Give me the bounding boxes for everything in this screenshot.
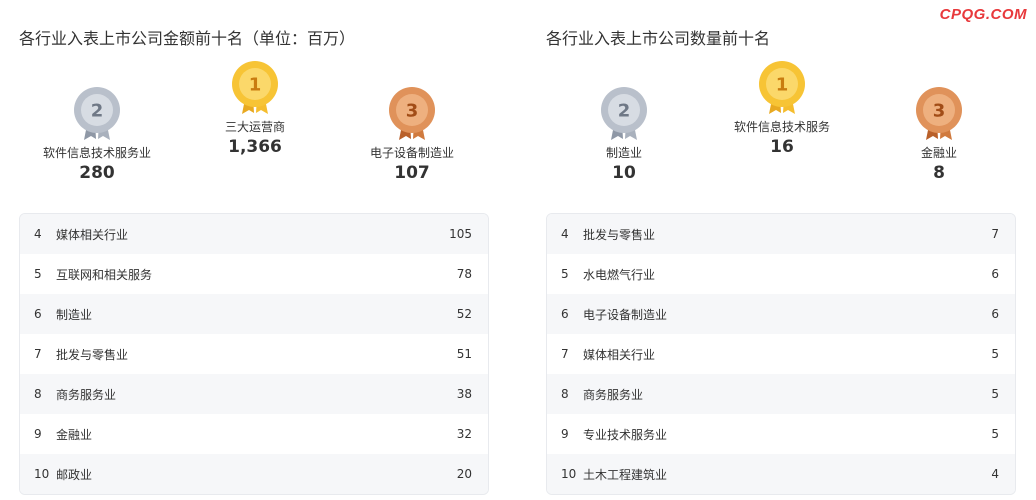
podium: 1 三大运营商 1,366 2 软件信息技术服务业 280 3 电子设备制造业 … — [19, 60, 491, 200]
row-name: 商务服务业 — [56, 387, 117, 402]
winner-second: 2 软件信息技术服务业 280 — [17, 86, 177, 183]
winner-first: 1 软件信息技术服务 16 — [702, 60, 862, 157]
row-value: 5 — [991, 347, 999, 361]
row-value: 4 — [991, 467, 999, 481]
winner-name: 电子设备制造业 — [369, 146, 454, 160]
table-row: 6 制造业 52 — [20, 294, 488, 334]
table-row: 9 专业技术服务业 5 — [547, 414, 1015, 454]
medal-rank-number: 3 — [933, 101, 946, 122]
gold-medal-icon: 1 — [175, 60, 335, 116]
row-rank: 10 — [34, 467, 50, 481]
winner-name: 制造业 — [605, 146, 642, 160]
table-row: 4 媒体相关行业 105 — [20, 214, 488, 254]
table-row: 8 商务服务业 38 — [20, 374, 488, 414]
row-name: 媒体相关行业 — [56, 227, 129, 242]
winner-name: 软件信息技术服务业 — [42, 146, 151, 160]
row-name: 批发与零售业 — [56, 347, 129, 362]
row-name: 金融业 — [56, 427, 93, 442]
podium: 1 软件信息技术服务 16 2 制造业 10 3 金融业 8 — [546, 60, 1018, 200]
amount-ranking-panel: 各行业入表上市公司金额前十名（单位：百万） 1 三大运营商 1,366 2 软件… — [19, 0, 491, 500]
row-value: 32 — [456, 427, 472, 441]
row-name: 专业技术服务业 — [583, 427, 668, 442]
row-value: 52 — [456, 307, 472, 321]
winner-value: 280 — [79, 163, 115, 183]
winner-third: 3 电子设备制造业 107 — [332, 86, 492, 183]
row-rank: 8 — [34, 387, 42, 401]
row-rank: 4 — [561, 227, 569, 241]
winner-value: 16 — [770, 137, 794, 157]
silver-medal-icon: 2 — [17, 86, 177, 142]
medal-rank-number: 2 — [618, 101, 631, 122]
row-name: 土木工程建筑业 — [583, 467, 668, 482]
row-value: 38 — [456, 387, 472, 401]
row-name: 媒体相关行业 — [583, 347, 656, 362]
row-value: 6 — [991, 267, 999, 281]
panel-title: 各行业入表上市公司数量前十名 — [546, 29, 771, 48]
medal-rank-number: 3 — [406, 101, 419, 122]
row-name: 商务服务业 — [583, 387, 644, 402]
row-name: 制造业 — [56, 307, 93, 322]
count-ranking-panel: 各行业入表上市公司数量前十名 1 软件信息技术服务 16 2 制造业 10 3 … — [546, 0, 1018, 500]
table-row: 8 商务服务业 5 — [547, 374, 1015, 414]
row-rank: 7 — [34, 347, 42, 361]
silver-medal-icon: 2 — [544, 86, 704, 142]
row-name: 邮政业 — [56, 467, 93, 482]
row-rank: 5 — [34, 267, 42, 281]
winner-value: 10 — [612, 163, 636, 183]
row-rank: 7 — [561, 347, 569, 361]
row-rank: 5 — [561, 267, 569, 281]
table-row: 4 批发与零售业 7 — [547, 214, 1015, 254]
row-value: 51 — [456, 347, 472, 361]
winner-value: 107 — [394, 163, 430, 183]
row-value: 20 — [456, 467, 472, 481]
ranking-table: 4 批发与零售业 7 5 水电燃气行业 6 6 电子设备制造业 6 7 媒体相关行业 5 8 商务… — [546, 213, 1016, 495]
row-value: 5 — [991, 387, 999, 401]
medal-rank-number: 1 — [249, 75, 262, 96]
table-row: 9 金融业 32 — [20, 414, 488, 454]
table-row: 5 互联网和相关服务 78 — [20, 254, 488, 294]
table-row: 10 邮政业 20 — [20, 454, 488, 494]
bronze-medal-icon: 3 — [859, 86, 1019, 142]
medal-rank-number: 2 — [91, 101, 104, 122]
row-rank: 9 — [561, 427, 569, 441]
winner-name: 金融业 — [920, 146, 957, 160]
medal-rank-number: 1 — [776, 75, 789, 96]
row-value: 7 — [991, 227, 999, 241]
winner-value: 8 — [933, 163, 945, 183]
row-name: 互联网和相关服务 — [56, 267, 153, 282]
winner-value: 1,366 — [228, 137, 282, 157]
panel-title: 各行业入表上市公司金额前十名（单位：百万） — [19, 29, 356, 48]
row-value: 6 — [991, 307, 999, 321]
table-row: 10 土木工程建筑业 4 — [547, 454, 1015, 494]
row-rank: 6 — [561, 307, 569, 321]
row-rank: 10 — [561, 467, 577, 481]
row-name: 电子设备制造业 — [583, 307, 668, 322]
row-rank: 6 — [34, 307, 42, 321]
row-name: 水电燃气行业 — [583, 267, 656, 282]
row-rank: 9 — [34, 427, 42, 441]
bronze-medal-icon: 3 — [332, 86, 492, 142]
row-value: 105 — [449, 227, 472, 241]
winner-name: 三大运营商 — [224, 120, 285, 134]
row-value: 78 — [456, 267, 472, 281]
winner-first: 1 三大运营商 1,366 — [175, 60, 335, 157]
row-value: 5 — [991, 427, 999, 441]
table-row: 6 电子设备制造业 6 — [547, 294, 1015, 334]
gold-medal-icon: 1 — [702, 60, 862, 116]
table-row: 7 批发与零售业 51 — [20, 334, 488, 374]
row-name: 批发与零售业 — [583, 227, 656, 242]
table-row: 7 媒体相关行业 5 — [547, 334, 1015, 374]
table-row: 5 水电燃气行业 6 — [547, 254, 1015, 294]
winner-second: 2 制造业 10 — [544, 86, 704, 183]
winner-third: 3 金融业 8 — [859, 86, 1019, 183]
row-rank: 4 — [34, 227, 42, 241]
winner-name: 软件信息技术服务 — [733, 120, 830, 134]
row-rank: 8 — [561, 387, 569, 401]
ranking-table: 4 媒体相关行业 105 5 互联网和相关服务 78 6 制造业 52 7 批发与零售业 51 … — [19, 213, 489, 495]
